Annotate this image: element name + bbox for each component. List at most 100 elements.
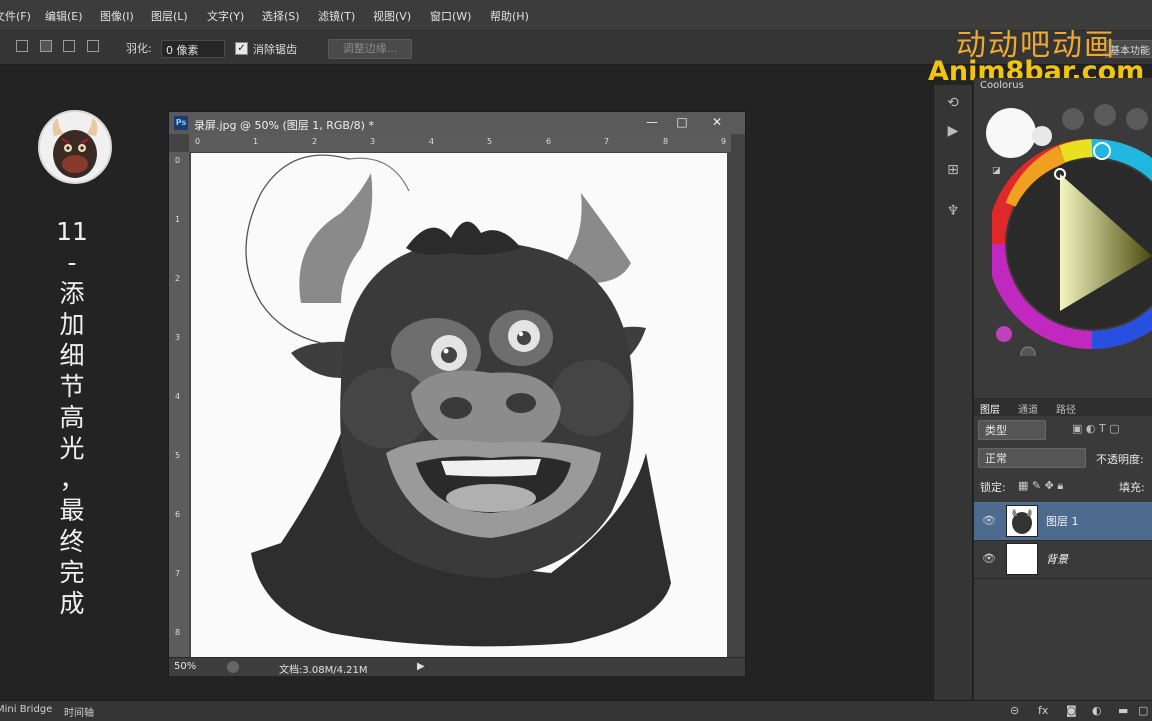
layer-name: 图层 1 bbox=[1046, 515, 1079, 528]
title-char: 加 bbox=[59, 310, 85, 339]
mask-icon[interactable]: ◙ bbox=[1066, 704, 1077, 717]
layer-thumbnail bbox=[1006, 543, 1038, 575]
right-panel: Coolorus ◪ 图层 通道 路径 类型 ▣ ◐ T ▢ 正常 不透明度: … bbox=[974, 78, 1152, 700]
fill-label: 填充: bbox=[1119, 481, 1145, 494]
menu-image[interactable]: 图像(I) bbox=[100, 8, 134, 24]
actions-play-icon[interactable]: ▶ bbox=[945, 123, 961, 139]
document-titlebar[interactable]: Ps 录屏.jpg @ 50% (图层 1, RGB/8) * — □ ✕ bbox=[169, 112, 745, 134]
feather-input[interactable]: 0 像素 bbox=[161, 40, 225, 58]
blend-mode-value: 正常 bbox=[985, 452, 1007, 465]
layer-row-layer1[interactable]: 👁︎ 图层 1 bbox=[974, 502, 1152, 541]
title-char: 高 bbox=[59, 403, 85, 432]
layer-filter-select[interactable]: 类型 bbox=[978, 420, 1046, 440]
lock-label: 锁定: bbox=[980, 481, 1006, 494]
ruler-label: 4 bbox=[429, 137, 435, 146]
ruler-label: 3 bbox=[175, 333, 181, 342]
menu-filter[interactable]: 滤镜(T) bbox=[318, 8, 355, 24]
zoom-level[interactable]: 50% bbox=[174, 661, 196, 672]
properties-icon[interactable]: ⊞ bbox=[945, 162, 961, 178]
bottom-panel-bar: Mini Bridge 时间轴 ⊝ fx ◙ ◐ ▬ ▢ bbox=[0, 700, 1152, 721]
ruler-label: 8 bbox=[175, 628, 181, 637]
color-panel-title: Coolorus bbox=[980, 80, 1024, 91]
history-icon[interactable]: ⟲ bbox=[945, 95, 961, 111]
ps-icon: Ps bbox=[174, 116, 188, 130]
status-share-icon[interactable] bbox=[227, 661, 239, 673]
antialias-checkbox[interactable]: ✓ bbox=[235, 42, 248, 55]
opacity-label: 不透明度: bbox=[1096, 453, 1144, 466]
ruler-label: 7 bbox=[604, 137, 610, 146]
title-char: 最 bbox=[59, 496, 85, 525]
ruler-label: 8 bbox=[663, 137, 669, 146]
lock-icons[interactable]: ▦ ✎ ✥ 🔒︎ bbox=[1018, 479, 1063, 493]
menu-type[interactable]: 文字(Y) bbox=[207, 8, 244, 24]
document-window: Ps 录屏.jpg @ 50% (图层 1, RGB/8) * — □ ✕ 0 … bbox=[168, 111, 746, 676]
feather-value: 0 像素 bbox=[166, 44, 199, 57]
tab-mini-bridge[interactable]: Mini Bridge bbox=[0, 704, 52, 715]
layers-panel-tabs: 图层 通道 路径 bbox=[974, 398, 1152, 416]
doc-info: 文档:3.08M/4.21M bbox=[279, 665, 368, 676]
workspace-label: 基本功能 bbox=[1110, 46, 1150, 57]
tab-paths[interactable]: 路径 bbox=[1056, 401, 1076, 416]
antialias-label: 消除锯齿 bbox=[253, 43, 297, 56]
menu-help[interactable]: 帮助(H) bbox=[490, 8, 529, 24]
layer-name: 背景 bbox=[1046, 553, 1068, 566]
status-menu-arrow-icon[interactable]: ▶ bbox=[417, 661, 425, 672]
visibility-eye-icon[interactable]: 👁︎ bbox=[982, 514, 996, 527]
ruler-label: 6 bbox=[546, 137, 552, 146]
bull-illustration bbox=[245, 154, 671, 647]
maximize-icon[interactable]: □ bbox=[669, 114, 695, 130]
menu-view[interactable]: 视图(V) bbox=[373, 8, 411, 24]
adjustment-layer-icon[interactable]: ◐ bbox=[1092, 704, 1102, 717]
title-char: 细 bbox=[59, 341, 85, 370]
tab-channels[interactable]: 通道 bbox=[1018, 401, 1038, 416]
tab-timeline[interactable]: 时间轴 bbox=[64, 704, 94, 719]
feather-label: 羽化: bbox=[126, 42, 152, 55]
menu-select[interactable]: 选择(S) bbox=[262, 8, 300, 24]
title-char: 完 bbox=[59, 558, 85, 587]
intersect-selection-icon[interactable] bbox=[87, 40, 99, 52]
add-selection-icon[interactable] bbox=[40, 40, 52, 52]
group-folder-icon[interactable]: ▬ bbox=[1118, 704, 1128, 717]
color-wheel[interactable] bbox=[992, 136, 1152, 356]
ruler-horizontal[interactable]: 0 1 2 3 4 5 6 7 8 9 bbox=[189, 134, 731, 153]
ruler-label: 7 bbox=[175, 569, 181, 578]
layer-filter-value: 类型 bbox=[985, 424, 1007, 437]
close-icon[interactable]: ✕ bbox=[704, 114, 730, 130]
filter-icons[interactable]: ▣ ◐ T ▢ bbox=[1072, 422, 1120, 435]
ruler-vertical[interactable]: 0 1 2 3 4 5 6 7 8 bbox=[169, 152, 189, 662]
link-layers-icon[interactable]: ⊝ bbox=[1010, 704, 1019, 717]
tab-layers[interactable]: 图层 bbox=[980, 401, 1000, 416]
ruler-label: 0 bbox=[175, 156, 181, 165]
layer-row-background[interactable]: 👁︎ 背景 bbox=[974, 540, 1152, 579]
brush-preset-icon[interactable] bbox=[1126, 108, 1148, 130]
new-selection-icon[interactable] bbox=[16, 40, 28, 52]
subtract-selection-icon[interactable] bbox=[63, 40, 75, 52]
panel-dock-strip: ⟲ ▶ ⊞ ♆ bbox=[933, 85, 973, 700]
title-char: 终 bbox=[59, 527, 85, 556]
title-char: ， bbox=[59, 465, 85, 494]
ruler-label: 3 bbox=[370, 137, 376, 146]
blend-mode-select[interactable]: 正常 bbox=[978, 448, 1086, 468]
title-char: 11 bbox=[56, 217, 88, 246]
ruler-label: 1 bbox=[253, 137, 259, 146]
ruler-label: 9 bbox=[721, 137, 727, 146]
menu-window[interactable]: 窗口(W) bbox=[430, 8, 471, 24]
menu-file[interactable]: 文件(F) bbox=[0, 8, 31, 24]
layer-thumbnail bbox=[1006, 505, 1038, 537]
artwork-canvas[interactable] bbox=[191, 153, 727, 657]
minimize-icon[interactable]: — bbox=[639, 114, 665, 130]
refine-edge-button[interactable]: 调整边缘... bbox=[328, 39, 412, 59]
title-char: - bbox=[67, 248, 77, 277]
fx-icon[interactable]: fx bbox=[1038, 704, 1048, 717]
visibility-eye-icon[interactable]: 👁︎ bbox=[982, 552, 996, 565]
tutorial-step-title: 11 - 添 加 细 节 高 光 ， 最 终 完 成 bbox=[50, 216, 94, 619]
new-layer-icon[interactable]: ▢ bbox=[1138, 704, 1148, 717]
menu-edit[interactable]: 编辑(E) bbox=[45, 8, 83, 24]
title-char: 成 bbox=[59, 589, 85, 618]
title-char: 添 bbox=[59, 279, 85, 308]
ruler-label: 6 bbox=[175, 510, 181, 519]
brush-preset-icon[interactable] bbox=[1062, 108, 1084, 130]
adjustments-icon[interactable]: ♆ bbox=[945, 203, 961, 219]
menu-layer[interactable]: 图层(L) bbox=[151, 8, 188, 24]
brush-preset-icon[interactable] bbox=[1094, 104, 1116, 126]
